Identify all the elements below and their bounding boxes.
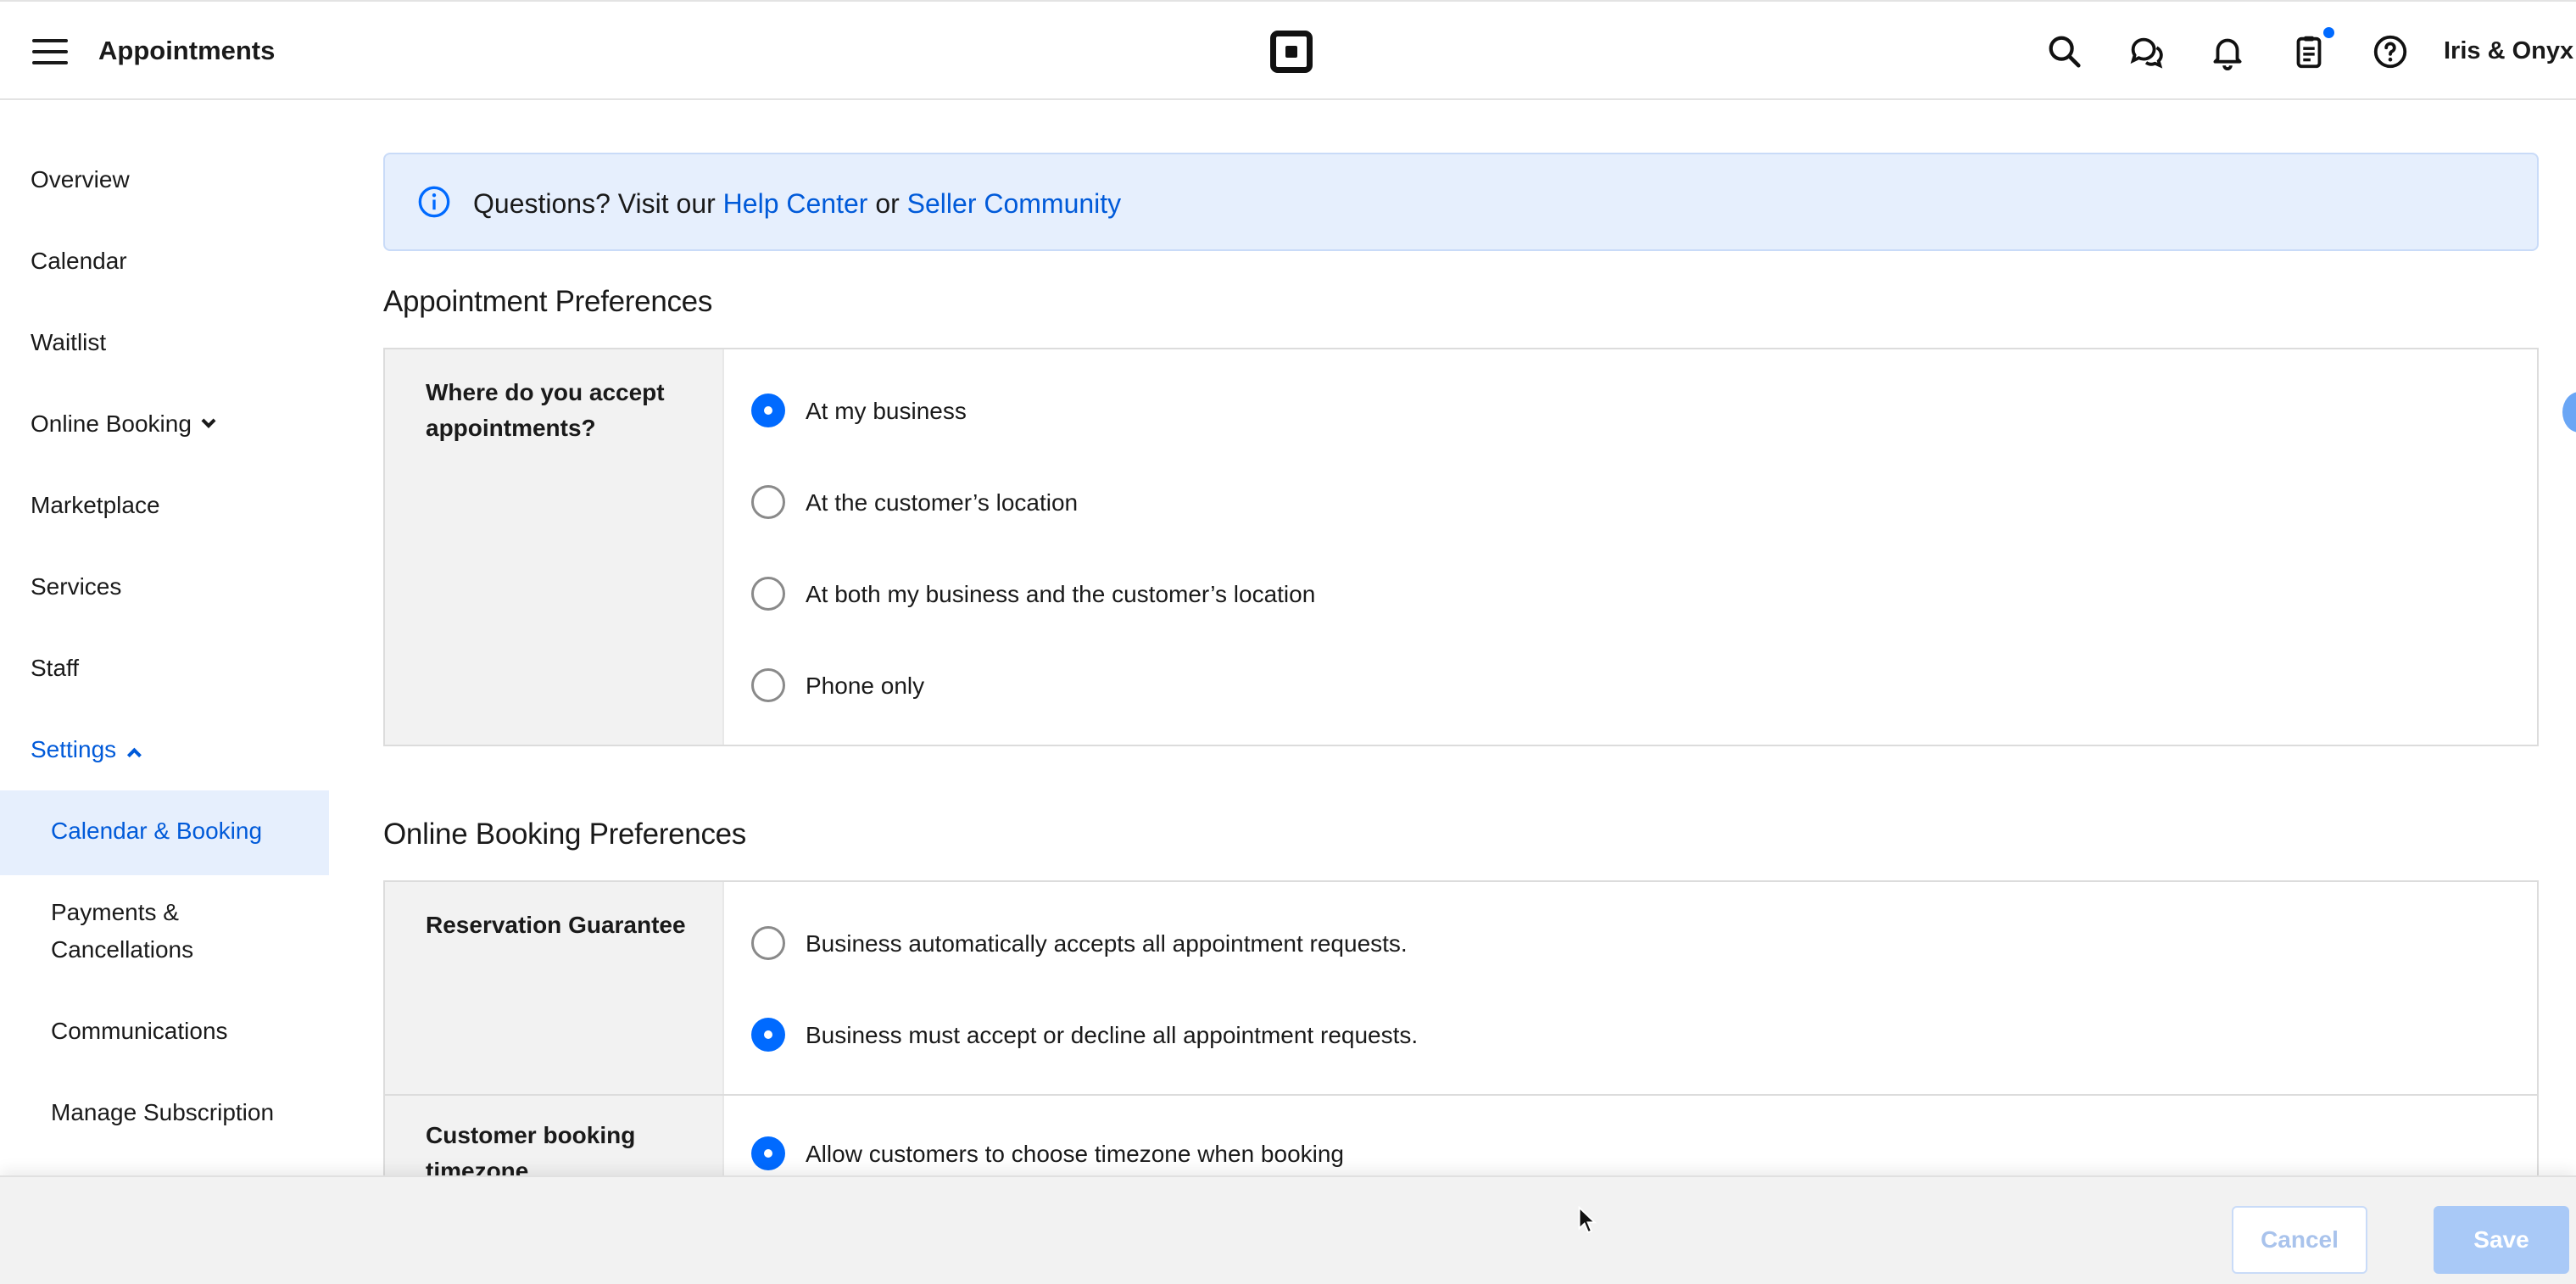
sidebar-item-settings[interactable]: Settings [31,736,142,763]
business-name[interactable]: Iris & Onyx [2444,37,2573,65]
radio-unselected[interactable] [751,485,785,519]
action-bar: Cancel Save [0,1175,2576,1284]
option-label: Allow customers to choose timezone when … [806,1141,1345,1167]
appointment-location-label: Where do you accept appointments? [426,379,665,441]
option-label: At my business [806,398,967,424]
online-booking-panel: Reservation Guarantee Business automatic… [383,880,2539,1186]
square-logo-icon[interactable] [1270,31,1313,73]
sidebar-item-overview[interactable]: Overview [31,166,130,193]
radio-unselected[interactable] [751,926,785,960]
customer-timezone-row: Customer booking timezone Allow customer… [385,1096,2537,1186]
row-label-cell: Customer booking timezone [385,1096,724,1186]
messages-icon[interactable] [2127,32,2166,71]
option-label: Phone only [806,673,925,699]
chevron-up-icon [127,747,142,762]
top-bar: Appointments Iris & Onyx [0,0,2576,100]
radio-selected[interactable] [751,394,785,427]
cancel-button[interactable]: Cancel [2232,1206,2367,1274]
help-icon[interactable] [2371,32,2410,71]
sidebar-item-services[interactable]: Services [31,573,121,600]
reservation-guarantee-row: Reservation Guarantee Business automatic… [385,882,2537,1094]
option-label: At the customer’s location [806,489,1079,516]
radio-selected[interactable] [751,1136,785,1170]
option-label: Business automatically accepts all appoi… [806,930,1408,957]
sidebar-item-label: Online Booking [31,410,192,437]
radio-unselected[interactable] [751,577,785,611]
seller-community-link[interactable]: Seller Community [907,188,1122,219]
reservation-guarantee-label: Reservation Guarantee [426,912,686,938]
option-label: At both my business and the customer’s l… [806,581,1316,607]
sidebar-subitem-payments-cancellations[interactable]: Payments & Cancellations [51,894,254,969]
sidebar-item-label: Settings [31,736,117,762]
row-label-cell: Reservation Guarantee [385,882,724,1094]
scroll-indicator[interactable] [2562,392,2576,433]
help-center-link[interactable]: Help Center [723,188,868,219]
sidebar-item-online-booking[interactable]: Online Booking [31,410,216,438]
row-label-cell: Where do you accept appointments? [385,349,724,745]
online-booking-preferences-title: Online Booking Preferences [383,818,747,851]
bell-icon[interactable] [2208,32,2247,71]
banner-text: Questions? Visit our Help Center or Sell… [473,188,1121,220]
sidebar-subitem-manage-subscription[interactable]: Manage Subscription [51,1094,274,1131]
option-label: Business must accept or decline all appo… [806,1022,1419,1048]
appointment-preferences-title: Appointment Preferences [383,285,713,318]
sidebar-nav: Overview Calendar Waitlist Online Bookin… [0,102,329,1175]
mouse-cursor-icon [1577,1205,1597,1235]
notification-dot [2322,25,2336,40]
radio-unselected[interactable] [751,668,785,702]
sidebar-subitem-communications[interactable]: Communications [51,1013,228,1050]
app-title: Appointments [98,36,276,65]
sidebar-item-calendar[interactable]: Calendar [31,248,127,275]
save-button[interactable]: Save [2434,1206,2569,1274]
appointment-location-row: Where do you accept appointments? At my … [385,349,2537,745]
search-icon[interactable] [2045,32,2084,71]
sidebar-subitem-calendar-booking[interactable]: Calendar & Booking [51,812,262,850]
radio-selected[interactable] [751,1018,785,1052]
info-icon [417,185,451,219]
banner-prefix: Questions? Visit our [473,188,723,219]
chevron-down-icon [201,413,216,428]
help-banner: Questions? Visit our Help Center or Sell… [383,153,2539,251]
sidebar-item-marketplace[interactable]: Marketplace [31,492,160,519]
sidebar-item-waitlist[interactable]: Waitlist [31,329,106,356]
appointment-location-panel: Where do you accept appointments? At my … [383,348,2539,746]
clipboard-icon[interactable] [2289,32,2328,71]
sidebar-item-staff[interactable]: Staff [31,655,79,682]
menu-icon[interactable] [32,39,68,64]
banner-or: or [867,188,907,219]
